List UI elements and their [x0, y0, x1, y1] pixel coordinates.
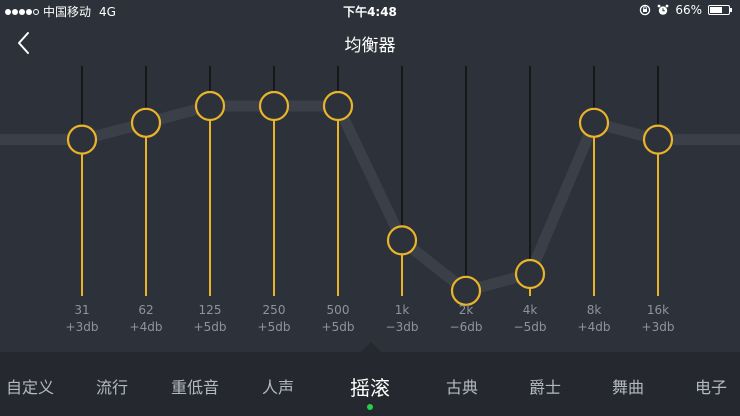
- preset-tab[interactable]: 摇滚: [350, 372, 390, 400]
- eq-slider-knob-2k[interactable]: [450, 275, 482, 306]
- nav-bar: 均衡器: [0, 22, 740, 64]
- preset-pointer: [361, 342, 381, 352]
- equalizer-screen: 31 +3db 62 +4db 125 +5db 250 +5db 500 +5db 1k −3db 2…: [0, 0, 740, 416]
- status-right: 66%: [639, 3, 732, 17]
- eq-frequency-label: 4k: [522, 303, 538, 317]
- eq-slider-knob-4k[interactable]: [514, 258, 546, 290]
- eq-gain-label: +5db: [257, 320, 291, 334]
- eq-response-curve: [0, 100, 740, 297]
- preset-tab[interactable]: 重低音: [171, 374, 219, 397]
- preset-tab[interactable]: 电子: [695, 374, 727, 397]
- status-time: 下午4:48: [343, 5, 397, 19]
- eq-gain-label: +5db: [193, 320, 227, 334]
- eq-gain-label: −5db: [513, 320, 547, 334]
- eq-slider-knob-8k[interactable]: [578, 107, 610, 138]
- battery-percent: 66%: [675, 3, 702, 17]
- eq-frequency-label: 2k: [458, 303, 474, 317]
- battery-level-fill: [710, 7, 722, 13]
- eq-slider-knob-16k[interactable]: [642, 124, 674, 155]
- eq-frequency-label: 250: [262, 303, 286, 317]
- preset-tab[interactable]: 自定义: [6, 374, 54, 397]
- eq-gain-label: +3db: [65, 320, 99, 334]
- rotation-lock-icon: [640, 4, 651, 16]
- battery-icon: [708, 5, 732, 15]
- eq-frequency-label: 8k: [586, 303, 602, 317]
- active-preset-indicator: [367, 404, 373, 410]
- preset-tab[interactable]: 流行: [96, 374, 128, 397]
- preset-bar: 自定义 流行 重低音 人声 摇滚 古典 爵士 舞曲 电子: [0, 342, 740, 416]
- preset-tab[interactable]: 爵士: [529, 374, 561, 397]
- eq-gain-label: +5db: [321, 320, 355, 334]
- eq-frequency-label: 16k: [646, 303, 670, 317]
- status-bar: 中国移动 4G 下午4:48 66%: [0, 0, 740, 22]
- eq-slider-knob-31[interactable]: [66, 124, 98, 155]
- eq-slider-knob-1k[interactable]: [386, 225, 418, 256]
- preset-tab[interactable]: 人声: [262, 374, 294, 397]
- alarm-clock-icon: [657, 4, 669, 15]
- eq-frequency-label: 62: [138, 303, 154, 317]
- eq-gain-label: +4db: [129, 320, 163, 334]
- eq-frequency-label: 125: [198, 303, 222, 317]
- eq-gain-label: −6db: [449, 320, 483, 334]
- eq-gain-label: −3db: [385, 320, 419, 334]
- eq-frequency-label: 31: [74, 303, 90, 317]
- eq-slider-knob-250[interactable]: [258, 90, 290, 122]
- eq-gain-label: +3db: [641, 320, 675, 334]
- eq-frequency-label: 1k: [394, 303, 410, 317]
- eq-slider-knob-62[interactable]: [130, 107, 162, 138]
- eq-slider-knob-125[interactable]: [194, 90, 226, 122]
- preset-tab[interactable]: 古典: [446, 374, 478, 397]
- page-title: 均衡器: [344, 36, 396, 56]
- preset-tab[interactable]: 舞曲: [612, 374, 644, 397]
- eq-gain-label: +4db: [577, 320, 611, 334]
- eq-frequency-label: 500: [326, 303, 350, 317]
- eq-slider-knob-500[interactable]: [322, 90, 354, 122]
